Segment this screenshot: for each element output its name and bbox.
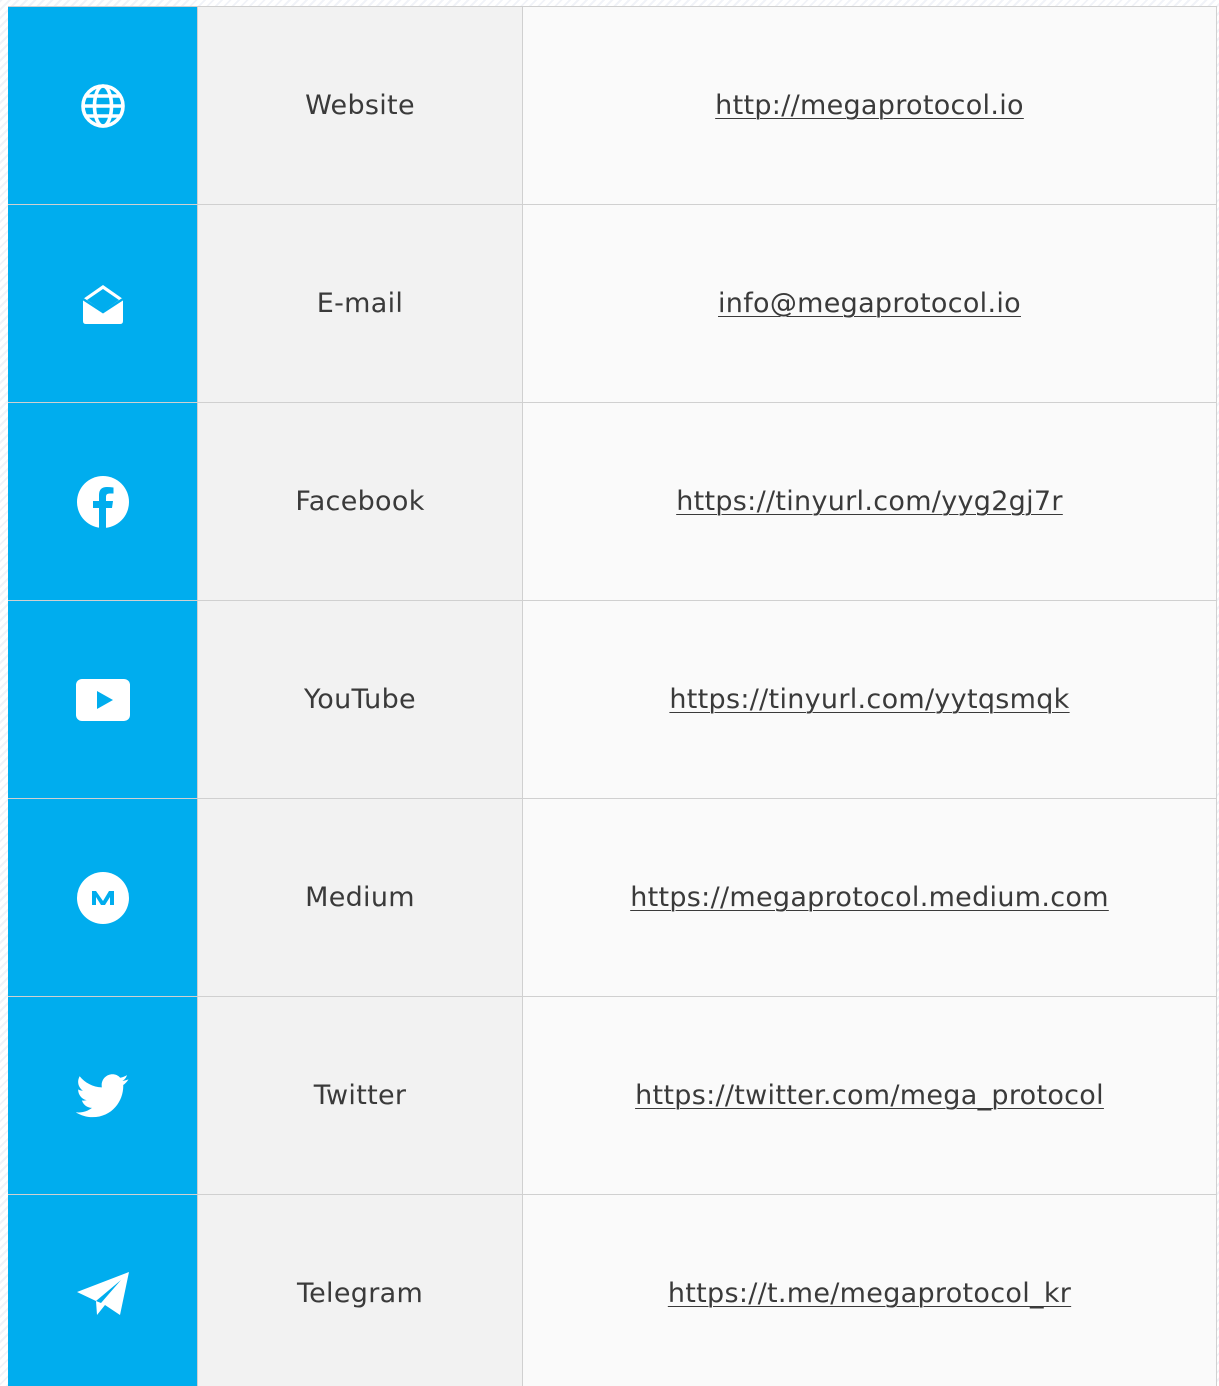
row-label: Medium xyxy=(197,799,523,996)
icon-cell xyxy=(8,601,197,798)
contact-links-table: Website http://megaprotocol.io E-mail in… xyxy=(8,6,1217,1386)
telegram-link[interactable]: https://t.me/megaprotocol_kr xyxy=(668,1278,1071,1309)
row-label: Website xyxy=(197,7,523,204)
page: Website http://megaprotocol.io E-mail in… xyxy=(0,0,1219,1386)
row-label: Facebook xyxy=(197,403,523,600)
icon-cell xyxy=(8,7,197,204)
value-cell: https://tinyurl.com/yytqsmqk xyxy=(523,601,1217,798)
youtube-icon xyxy=(75,678,130,721)
table-row-twitter: Twitter https://twitter.com/mega_protoco… xyxy=(8,997,1217,1195)
table-row-medium: Medium https://megaprotocol.medium.com xyxy=(8,799,1217,997)
row-label: YouTube xyxy=(197,601,523,798)
value-cell: http://megaprotocol.io xyxy=(523,7,1217,204)
globe-icon xyxy=(79,82,127,130)
table-row-facebook: Facebook https://tinyurl.com/yyg2gj7r xyxy=(8,403,1217,601)
table-row-youtube: YouTube https://tinyurl.com/yytqsmqk xyxy=(8,601,1217,799)
table-row-email: E-mail info@megaprotocol.io xyxy=(8,205,1217,403)
twitter-icon xyxy=(75,1073,130,1118)
value-cell: https://t.me/megaprotocol_kr xyxy=(523,1195,1217,1386)
icon-cell xyxy=(8,799,197,996)
email-link[interactable]: info@megaprotocol.io xyxy=(718,288,1021,319)
icon-cell xyxy=(8,205,197,402)
medium-link[interactable]: https://megaprotocol.medium.com xyxy=(630,882,1109,913)
envelope-open-icon xyxy=(79,281,127,327)
value-cell: https://twitter.com/mega_protocol xyxy=(523,997,1217,1194)
value-cell: https://tinyurl.com/yyg2gj7r xyxy=(523,403,1217,600)
icon-cell xyxy=(8,403,197,600)
website-link[interactable]: http://megaprotocol.io xyxy=(715,90,1024,121)
value-cell: info@megaprotocol.io xyxy=(523,205,1217,402)
row-label: Twitter xyxy=(197,997,523,1194)
icon-cell xyxy=(8,997,197,1194)
value-cell: https://megaprotocol.medium.com xyxy=(523,799,1217,996)
twitter-link[interactable]: https://twitter.com/mega_protocol xyxy=(635,1080,1104,1111)
row-label: Telegram xyxy=(197,1195,523,1386)
facebook-icon xyxy=(76,475,130,529)
table-row-telegram: Telegram https://t.me/megaprotocol_kr xyxy=(8,1195,1217,1386)
facebook-link[interactable]: https://tinyurl.com/yyg2gj7r xyxy=(676,486,1063,517)
youtube-link[interactable]: https://tinyurl.com/yytqsmqk xyxy=(669,684,1069,715)
table-row-website: Website http://megaprotocol.io xyxy=(8,7,1217,205)
icon-cell xyxy=(8,1195,197,1386)
row-label: E-mail xyxy=(197,205,523,402)
medium-icon xyxy=(76,871,130,925)
telegram-icon xyxy=(75,1270,131,1318)
